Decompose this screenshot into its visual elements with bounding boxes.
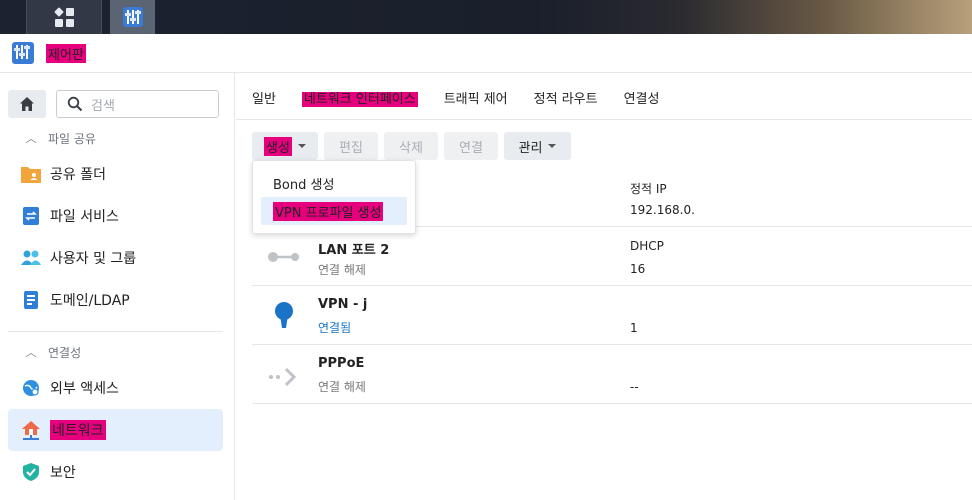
sidebar-item-network[interactable]: 네트워크: [8, 409, 223, 451]
app-grid-icon: [53, 6, 74, 27]
network-icon: [20, 419, 42, 441]
connect-button[interactable]: 연결: [444, 132, 498, 160]
shared-folder-icon: [20, 163, 42, 185]
shield-icon: [20, 461, 42, 483]
interface-status: 연결 해제: [318, 380, 366, 394]
section-file-sharing[interactable]: ︿ 파일 공유: [8, 123, 223, 153]
sidebar-item-label: 보안: [50, 465, 76, 481]
create-label: 생성: [264, 136, 292, 156]
home-icon: [20, 97, 34, 111]
create-dropdown-menu: Bond 생성 VPN 프로파일 생성: [252, 160, 416, 234]
main-menu-button[interactable]: [26, 0, 102, 34]
window-title: 제어판: [46, 43, 86, 63]
caret-down-icon: [297, 144, 306, 148]
sidebar-item-file-services[interactable]: 파일 서비스: [8, 195, 223, 237]
chevron-up-icon: ︿: [25, 346, 37, 359]
section-connectivity[interactable]: ︿ 연결성: [8, 337, 223, 367]
sidebar-divider: [8, 331, 223, 332]
search-placeholder: 검색: [91, 98, 115, 114]
tab-connectivity[interactable]: 연결성: [624, 85, 660, 119]
menu-item-create-bond[interactable]: Bond 생성: [261, 169, 407, 197]
external-access-icon: [20, 377, 42, 399]
interface-row[interactable]: PPPoE 연결 해제 --: [252, 345, 972, 404]
users-icon: [20, 247, 42, 269]
interface-ip: 192.168.0.: [630, 203, 695, 217]
window-titlebar: 제어판: [0, 34, 972, 73]
interface-ip: 16: [630, 262, 646, 276]
sidebar-item-label: 공유 폴더: [50, 167, 106, 183]
edit-button[interactable]: 편집: [324, 132, 378, 160]
section-label: 파일 공유: [48, 131, 96, 146]
interface-mode: 정적 IP: [630, 182, 667, 196]
caret-down-icon: [548, 144, 557, 148]
toolbar: 생성 편집 삭제 연결 관리: [252, 132, 577, 160]
home-button[interactable]: [8, 90, 46, 118]
tab-label: 네트워크 인터페이스: [301, 92, 418, 107]
tab-underline: [236, 119, 972, 120]
interface-status: 연결 해제: [318, 263, 366, 277]
lan-port-icon: [264, 237, 304, 277]
sidebar-item-label: 파일 서비스: [50, 209, 119, 225]
interface-name: VPN - j: [318, 297, 368, 312]
sidebar-item-security[interactable]: 보안: [8, 451, 223, 493]
sidebar-item-label: 도메인/LDAP: [50, 293, 130, 309]
taskbar-control-panel-button[interactable]: [110, 0, 155, 34]
domain-ldap-icon: [20, 289, 42, 311]
tab-general[interactable]: 일반: [252, 85, 276, 119]
sidebar-item-users-groups[interactable]: 사용자 및 그룹: [8, 237, 223, 279]
manage-button[interactable]: 관리: [504, 132, 571, 160]
sidebar-item-label: 사용자 및 그룹: [50, 251, 137, 267]
section-label: 연결성: [48, 345, 82, 360]
control-panel-icon: [12, 42, 34, 64]
sidebar-item-domain-ldap[interactable]: 도메인/LDAP: [8, 279, 223, 321]
sidebar: 검색 ︿ 파일 공유 공유 폴더 파일 서비스 사용자 및 그룹 도메인/LDA…: [0, 73, 235, 500]
interface-name: LAN 포트 2: [318, 243, 390, 258]
sidebar-item-label: 네트워크: [50, 420, 106, 440]
sidebar-item-label: 외부 액세스: [50, 381, 119, 397]
create-button[interactable]: 생성: [252, 132, 318, 160]
sidebar-item-external-access[interactable]: 외부 액세스: [8, 367, 223, 409]
chevron-up-icon: ︿: [25, 132, 37, 145]
tab-bar: 일반 네트워크 인터페이스 트래픽 제어 정적 라우트 연결성: [252, 85, 685, 119]
delete-button[interactable]: 삭제: [384, 132, 438, 160]
file-services-icon: [20, 205, 42, 227]
tab-network-interface[interactable]: 네트워크 인터페이스: [301, 85, 418, 119]
control-panel-icon: [122, 7, 143, 27]
search-icon: [67, 96, 83, 112]
sidebar-item-shared-folder[interactable]: 공유 폴더: [8, 153, 223, 195]
interface-mode: DHCP: [630, 239, 664, 253]
interface-row[interactable]: LAN 포트 2 연결 해제 DHCP 16: [252, 227, 972, 286]
tab-traffic-control[interactable]: 트래픽 제어: [444, 85, 508, 119]
interface-ip: 1: [630, 321, 638, 335]
vpn-key-icon: [264, 296, 304, 336]
search-input[interactable]: 검색: [56, 90, 219, 118]
interface-ip: --: [630, 380, 639, 394]
main-panel: 일반 네트워크 인터페이스 트래픽 제어 정적 라우트 연결성 생성 편집 삭제…: [236, 73, 972, 500]
taskbar: [0, 0, 972, 34]
interface-row[interactable]: VPN - j 연결됨 1: [252, 286, 972, 345]
menu-item-label: VPN 프로파일 생성: [273, 201, 384, 221]
menu-item-create-vpn-profile[interactable]: VPN 프로파일 생성: [261, 197, 407, 225]
pppoe-icon: [264, 357, 304, 397]
interface-status: 연결됨: [318, 321, 352, 335]
manage-label: 관리: [518, 140, 543, 156]
interface-name: PPPoE: [318, 356, 365, 371]
tab-static-route[interactable]: 정적 라우트: [534, 85, 598, 119]
